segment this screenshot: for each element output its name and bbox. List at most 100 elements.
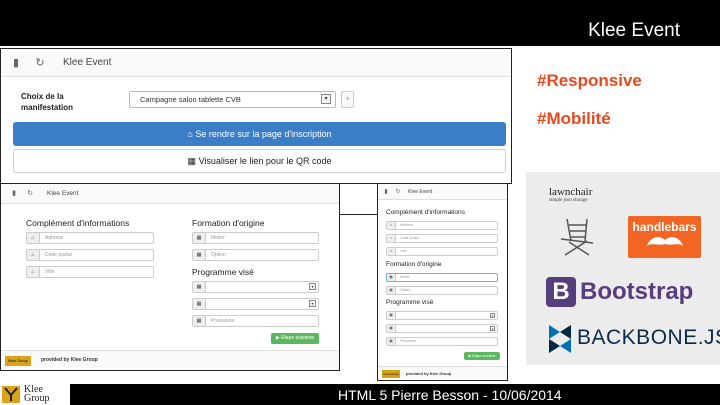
event-select[interactable]: Campagne salon tablette CVB ▾ (129, 91, 336, 108)
tag-responsive: #Responsive (537, 71, 642, 90)
phone-navbar: ▮ ↻ Klee Event (378, 184, 507, 200)
lawnchair-logo: lawnchair simple json storage (549, 186, 609, 203)
bootstrap-logo: B Bootstrap (546, 276, 706, 308)
slide-footer-text: HTML 5 Pierre Besson - 10/06/2014 (338, 387, 562, 403)
complement-section-title: Complément d'informations (26, 218, 130, 228)
address-field[interactable]: ⌂ Adresse (386, 221, 498, 230)
option-field[interactable]: ▦ Option (386, 286, 498, 295)
programme-select-2[interactable]: ▦ ▾ (386, 324, 498, 333)
backbone-text: BACKBONE.JS (577, 326, 720, 349)
city-placeholder: Ville (400, 249, 407, 253)
book-icon: ▦ (387, 338, 396, 345)
next-step-button-label: Etape suivante (472, 354, 496, 358)
programme-select-1[interactable]: ▦ ▾ (192, 281, 319, 293)
metier-placeholder: Metier (211, 235, 225, 241)
book-icon: ▦ (193, 250, 206, 260)
book-icon: ▦ (387, 312, 396, 319)
slide-title: Klee Event (588, 20, 680, 41)
tablet-footer: Klee Group provided by Klee Group (1, 350, 339, 370)
metier-field[interactable]: ▦ Metier (386, 273, 498, 282)
address-placeholder: Adresse (45, 235, 64, 241)
klee-logo: Klee Group (5, 356, 31, 366)
klee-logo: Klee Group (382, 370, 400, 378)
city-placeholder: Ville (45, 269, 55, 275)
tag-mobilite: #Mobilité (537, 109, 611, 128)
city-field[interactable]: ⌂ Ville (26, 266, 154, 278)
refresh-icon[interactable]: ↻ (394, 185, 402, 199)
lawnchair-subtitle: simple json storage (549, 198, 588, 203)
formation-section-title: Formation d'origine (386, 261, 442, 268)
home-icon: ⌂ (27, 233, 40, 243)
tablet-footer-text: provided by Klee Group (41, 357, 98, 363)
postal-code-placeholder: Code postal (45, 252, 72, 258)
postal-code-placeholder: Code postal (400, 236, 419, 240)
signal-icon: ▮ (12, 56, 20, 69)
precisions-placeholder: Précisions (211, 318, 235, 324)
precisions-field[interactable]: ▦ Précisions (386, 337, 498, 346)
option-placeholder: Option (211, 252, 226, 258)
option-placeholder: Option (400, 288, 411, 292)
book-icon: ▦ (387, 287, 396, 294)
home-icon: ⌂ (387, 222, 396, 229)
event-choice-label: Choix de la manifestation (21, 92, 74, 112)
qr-link-button[interactable]: ▦ Visualiser le lien pour le QR code (13, 149, 506, 173)
tablet-app-title: Klee Event (47, 190, 79, 197)
add-event-button[interactable]: + (341, 91, 354, 108)
next-step-button[interactable]: ▶ Etape suivante (271, 333, 319, 344)
precisions-field[interactable]: ▦ Précisions (192, 315, 319, 327)
precisions-placeholder: Précisions (400, 339, 417, 343)
event-choice-row: Choix de la manifestation Campagne salon… (21, 91, 501, 115)
book-icon: ▦ (193, 282, 206, 292)
qr-link-button-label: Visualiser le lien pour le QR code (198, 156, 332, 166)
next-step-button[interactable]: ▶ Etape suivante (464, 352, 500, 360)
postal-code-field[interactable]: ⌂ Code postal (386, 234, 498, 243)
chevron-down-icon: ▾ (490, 326, 495, 331)
tablet-navbar: ▮ ↻ Klee Event (1, 184, 339, 204)
klee-group-name: Klee Group (24, 384, 50, 404)
next-icon: ▶ (275, 335, 280, 341)
programme-select-2[interactable]: ▦ ▾ (192, 298, 319, 310)
backbone-icon (549, 325, 571, 353)
slide-header: Klee Event (0, 0, 720, 46)
handlebars-text: handlebars (632, 220, 697, 234)
desktop-navbar: ▮ ↻ Klee Event (1, 49, 511, 77)
address-placeholder: Adresse (400, 223, 413, 227)
lawnchair-icon (560, 218, 594, 256)
signal-icon: ▮ (12, 189, 16, 197)
chevron-down-icon: ▾ (309, 283, 316, 290)
lawnchair-title: lawnchair (549, 186, 593, 198)
home-icon: ⌂ (187, 129, 193, 139)
connector-line (340, 214, 377, 215)
signal-icon: ▮ (384, 188, 388, 195)
home-icon: ⌂ (387, 248, 396, 255)
chevron-down-icon: ▾ (309, 300, 316, 307)
programme-section-title: Programme visé (386, 299, 434, 306)
postal-code-field[interactable]: ⌂ Code postal (26, 249, 154, 261)
book-icon: ▦ (193, 233, 206, 243)
desktop-screenshot: ▮ ↻ Klee Event Choix de la manifestation… (0, 48, 512, 184)
metier-field[interactable]: ▦ Metier (192, 232, 319, 244)
next-step-button-label: Etape suivante (281, 335, 315, 341)
tablet-screenshot: ▮ ↻ Klee Event Complément d'informations… (0, 183, 340, 371)
backbone-logo: BACKBONE.JS (549, 322, 720, 356)
refresh-icon[interactable]: ↻ (25, 187, 35, 201)
programme-select-1[interactable]: ▦ ▾ (386, 311, 498, 320)
home-icon: ⌂ (27, 267, 40, 277)
mustache-icon (646, 237, 683, 246)
klee-mark-icon (2, 386, 20, 403)
option-field[interactable]: ▦ Option (192, 249, 319, 261)
city-field[interactable]: ⌂ Ville (386, 247, 498, 256)
refresh-icon[interactable]: ↻ (33, 56, 47, 70)
phone-footer-text: provided by Klee Group (406, 371, 452, 376)
bootstrap-mark: B (546, 277, 576, 307)
handlebars-logo: handlebars (628, 216, 701, 258)
chevron-down-icon: ▾ (490, 313, 495, 318)
register-page-button[interactable]: ⌂ Se rendre sur la page d'inscription (13, 122, 506, 146)
address-field[interactable]: ⌂ Adresse (26, 232, 154, 244)
qrcode-icon: ▦ (187, 156, 197, 166)
phone-screenshot: ▮ ↻ Klee Event Complément d'informations… (377, 183, 508, 381)
complement-section-title: Complément d'informations (386, 209, 465, 216)
next-icon: ▶ (468, 354, 472, 358)
metier-placeholder: Metier (400, 275, 410, 279)
home-icon: ⌂ (387, 235, 396, 242)
